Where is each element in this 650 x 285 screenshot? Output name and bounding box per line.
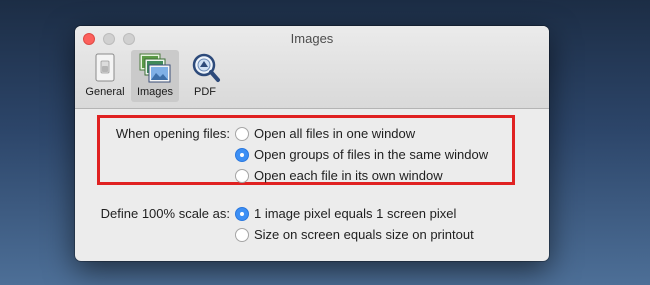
radio-button-selected[interactable] <box>235 206 249 221</box>
scale-option-pixel[interactable]: 1 image pixel equals 1 screen pixel <box>235 203 474 224</box>
tab-general-label: General <box>85 86 125 98</box>
tab-pdf[interactable]: PDF <box>181 50 229 102</box>
option-label: 1 image pixel equals 1 screen pixel <box>254 206 457 221</box>
general-switch-icon <box>95 53 115 82</box>
option-label: Open groups of files in the same window <box>254 147 489 162</box>
preferences-toolbar: General Images PDF <box>81 50 229 102</box>
opening-option-groups-same-window[interactable]: Open groups of files in the same window <box>235 144 488 165</box>
option-label: Size on screen equals size on printout <box>254 227 474 242</box>
title-bar: Images General Images PDF <box>75 26 549 109</box>
opening-files-options: Open all files in one window Open groups… <box>235 123 488 186</box>
option-label: Open each file in its own window <box>254 168 443 183</box>
scale-options: 1 image pixel equals 1 screen pixel Size… <box>235 203 474 245</box>
option-label: Open all files in one window <box>254 126 416 141</box>
opening-option-one-window[interactable]: Open all files in one window <box>235 123 488 144</box>
preferences-content: When opening files: Open all files in on… <box>75 109 549 261</box>
tab-general[interactable]: General <box>81 50 129 102</box>
radio-button[interactable] <box>235 168 249 183</box>
radio-button-selected[interactable] <box>235 147 249 162</box>
tab-images-label: Images <box>136 86 174 98</box>
opening-option-own-window[interactable]: Open each file in its own window <box>235 165 488 186</box>
scale-label: Define 100% scale as: <box>100 206 230 221</box>
tab-pdf-label: PDF <box>194 86 216 98</box>
scale-option-printout[interactable]: Size on screen equals size on printout <box>235 224 474 245</box>
pdf-magnifier-icon <box>192 53 220 82</box>
radio-button[interactable] <box>235 126 249 141</box>
opening-files-label: When opening files: <box>115 126 230 141</box>
window-title: Images <box>290 31 334 46</box>
tab-images[interactable]: Images <box>131 50 179 102</box>
preferences-window: Images General Images PDF When opening f… <box>75 26 549 261</box>
radio-button[interactable] <box>235 227 249 242</box>
images-stack-icon <box>139 53 171 83</box>
